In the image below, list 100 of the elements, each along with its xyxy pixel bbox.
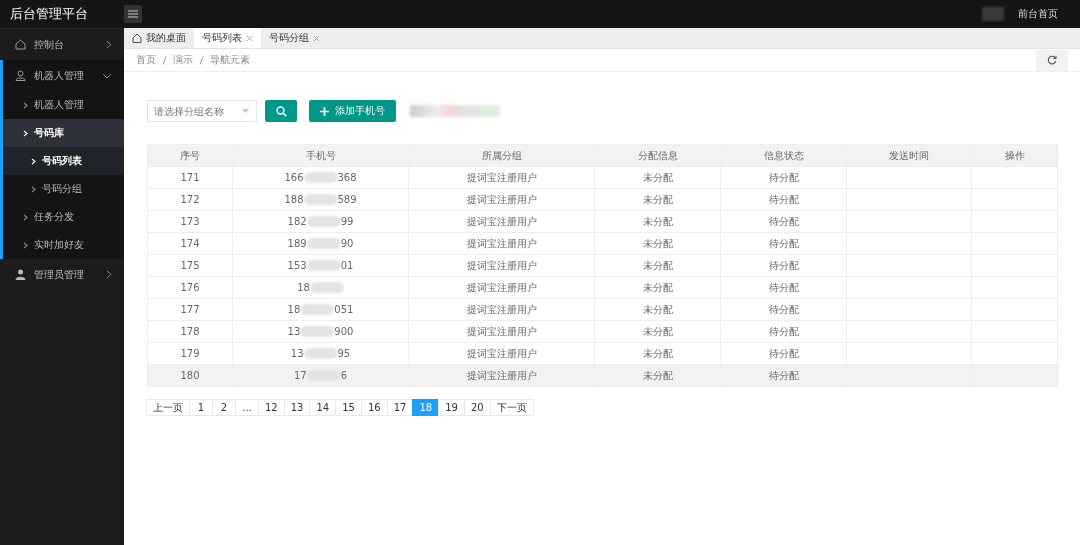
group-select[interactable]: 请选择分组名称 xyxy=(147,100,257,122)
chevron-right-icon xyxy=(23,101,28,109)
separator-icon xyxy=(162,55,167,65)
breadcrumb-link[interactable]: 演示 xyxy=(173,53,193,67)
sidebar-item[interactable]: 号码列表 xyxy=(3,147,124,175)
table-cell: 171 xyxy=(147,166,233,189)
phone-number-fragment: 051 xyxy=(334,303,354,315)
app-title: 后台管理平台 xyxy=(0,0,124,28)
chevron-right-icon xyxy=(31,157,36,165)
breadcrumb-link[interactable]: 导航元素 xyxy=(210,53,250,67)
redaction-blur xyxy=(303,172,338,184)
search-icon xyxy=(275,105,287,117)
breadcrumb-link[interactable]: 首页 xyxy=(136,53,156,67)
redaction-blur xyxy=(309,282,344,294)
tab[interactable]: 我的桌面 xyxy=(124,28,194,48)
tab[interactable]: 号码列表 xyxy=(194,28,261,48)
chevron-right-icon xyxy=(31,185,36,193)
table-cell: 提词宝注册用户 xyxy=(408,232,595,255)
table-cell: 175 xyxy=(147,254,233,277)
redaction-blur xyxy=(306,238,341,250)
page-button[interactable]: 19 xyxy=(438,399,465,416)
front-page-link[interactable]: 前台首页 xyxy=(1018,7,1058,21)
table-cell: 176 xyxy=(147,276,233,299)
phone-number-fragment: 182 xyxy=(287,215,307,227)
phone-number-fragment: 17 xyxy=(293,369,307,381)
table-cell: 未分配 xyxy=(594,298,721,321)
phone-number-fragment: 188 xyxy=(284,193,304,205)
table-cell: 172 xyxy=(147,188,233,211)
sidebar-item[interactable]: 任务分发 xyxy=(3,203,124,231)
page-button[interactable]: 上一页 xyxy=(146,399,190,416)
redaction-blur xyxy=(306,260,341,272)
user-icon xyxy=(15,269,26,280)
redaction-blur xyxy=(306,216,341,228)
menu-button[interactable] xyxy=(124,5,142,23)
table-cell: 未分配 xyxy=(594,210,721,233)
sidebar-item[interactable]: 机器人管理 xyxy=(3,60,124,91)
phone-number-fragment: 900 xyxy=(334,325,354,337)
phone-number-fragment: 589 xyxy=(337,193,357,205)
table-cell: 提词宝注册用户 xyxy=(408,298,595,321)
phone-number-fragment: 13 xyxy=(287,325,301,337)
table-cell: 179 xyxy=(147,342,233,365)
chevron-right-icon xyxy=(23,241,28,249)
add-phone-button[interactable]: 添加手机号 xyxy=(309,100,396,122)
refresh-button[interactable] xyxy=(1036,49,1068,71)
page-button[interactable]: 12 xyxy=(258,399,285,416)
page-button[interactable]: 14 xyxy=(309,399,337,416)
chevron-right-icon xyxy=(23,129,28,137)
phone-number-fragment: 90 xyxy=(340,237,354,249)
column-header: 操作 xyxy=(971,144,1058,167)
column-header: 分配信息 xyxy=(594,144,721,167)
table-cell: 未分配 xyxy=(594,232,721,255)
tab[interactable]: 号码分组 xyxy=(261,28,328,48)
table-cell: 待分配 xyxy=(720,276,847,299)
redaction-blur xyxy=(303,194,338,206)
sidebar-item[interactable]: 实时加好友 xyxy=(3,231,124,259)
redaction-blur xyxy=(982,7,1004,21)
phone-number-fragment: 18 xyxy=(297,281,310,293)
phone-number-fragment: 6 xyxy=(340,369,348,381)
sidebar-item[interactable]: 控制台 xyxy=(3,29,124,60)
page-button[interactable]: 1 xyxy=(189,399,213,416)
redaction-blur xyxy=(300,304,335,316)
table-cell: 待分配 xyxy=(720,254,847,277)
phone-number-fragment: 13 xyxy=(290,347,304,359)
page-button[interactable]: 20 xyxy=(463,399,491,416)
page-button[interactable]: 15 xyxy=(335,399,362,416)
page-button[interactable]: 16 xyxy=(360,399,388,416)
table-cell: 待分配 xyxy=(720,342,847,365)
phone-number-fragment: 189 xyxy=(287,237,307,249)
phone-number-fragment: 95 xyxy=(337,347,351,359)
table-cell: 待分配 xyxy=(720,364,847,387)
home-icon xyxy=(15,39,26,50)
sidebar-item[interactable]: 号码分组 xyxy=(3,175,124,203)
sidebar-item[interactable]: 机器人管理 xyxy=(3,91,124,119)
search-button[interactable] xyxy=(265,100,297,122)
table-cell: 未分配 xyxy=(594,254,721,277)
table-cell: 待分配 xyxy=(720,320,847,343)
table-cell: 待分配 xyxy=(720,210,847,233)
table-cell: 未分配 xyxy=(594,276,721,299)
column-header: 序号 xyxy=(147,144,233,167)
table-cell: 未分配 xyxy=(594,166,721,189)
table-cell: 173 xyxy=(147,210,233,233)
table-cell: 178 xyxy=(147,320,233,343)
sidebar-item[interactable]: 号码库 xyxy=(3,119,124,147)
column-header: 信息状态 xyxy=(720,144,847,167)
phone-number-fragment: 368 xyxy=(337,171,357,183)
phone-number-fragment: 99 xyxy=(340,215,354,227)
user-icon xyxy=(15,70,26,81)
chevron-down-icon xyxy=(102,72,112,79)
table-cell: 提词宝注册用户 xyxy=(408,320,595,343)
sidebar-item[interactable]: 管理员管理 xyxy=(3,259,124,290)
column-header: 发送时间 xyxy=(846,144,972,167)
page-button[interactable]: 下一页 xyxy=(489,399,534,416)
redaction-blur xyxy=(303,348,338,360)
table-cell: 提词宝注册用户 xyxy=(408,364,595,387)
chevron-right-icon xyxy=(106,270,112,279)
table-cell: 待分配 xyxy=(720,166,847,189)
page-button[interactable]: ... xyxy=(235,399,259,416)
page-button[interactable]: 2 xyxy=(212,399,236,416)
redaction-blur xyxy=(300,326,335,338)
table-cell: 174 xyxy=(147,232,233,255)
